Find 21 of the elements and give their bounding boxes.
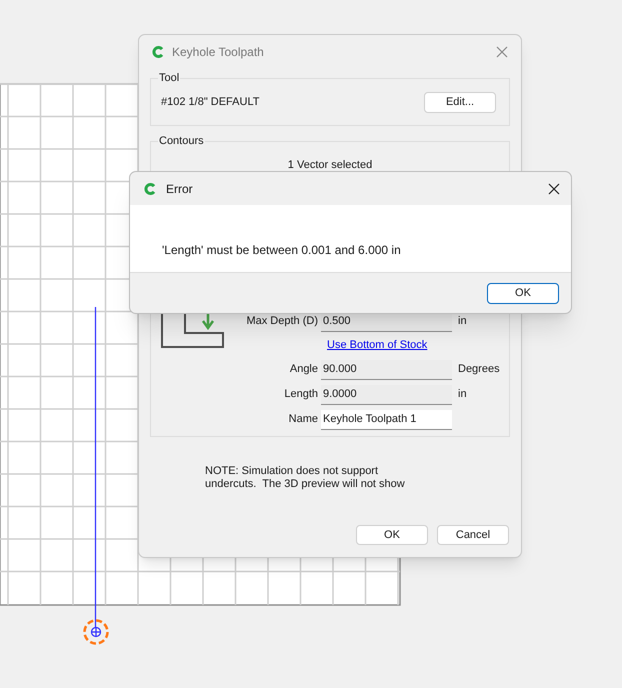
input-field[interactable]: 90.000 [321, 360, 452, 380]
unit-label: in [457, 314, 467, 330]
edit-button[interactable]: Edit... [424, 92, 496, 112]
selection-count: 1 Vector selected [288, 158, 372, 173]
dialog-button[interactable]: Cancel [437, 525, 509, 545]
use-bottom-of-stock-link[interactable]: Use Bottom of Stock [327, 337, 428, 354]
error-title: Error [166, 180, 194, 198]
field-label: Max Depth (D) [245, 314, 319, 330]
field-label: Angle [288, 362, 319, 378]
ok-button[interactable]: OK [487, 282, 559, 304]
input-field[interactable]: Keyhole Toolpath 1 [321, 410, 452, 430]
error-message: 'Length' must be between 0.001 and 6.000 in [162, 242, 401, 259]
unit-label: Degrees [457, 362, 500, 378]
field-label: Name [288, 412, 319, 428]
field-label: Length [283, 387, 319, 402]
window-title: Keyhole Toolpath [172, 44, 265, 60]
dialog-button[interactable]: OK [356, 525, 428, 545]
tool-name: #102 1/8" DEFAULT [161, 94, 260, 110]
unit-label: in [457, 387, 467, 402]
simulation-note: NOTE: Simulation does not support undercuts. The 3D preview will not show [205, 465, 406, 491]
input-field[interactable]: 9.0000 [321, 384, 452, 404]
